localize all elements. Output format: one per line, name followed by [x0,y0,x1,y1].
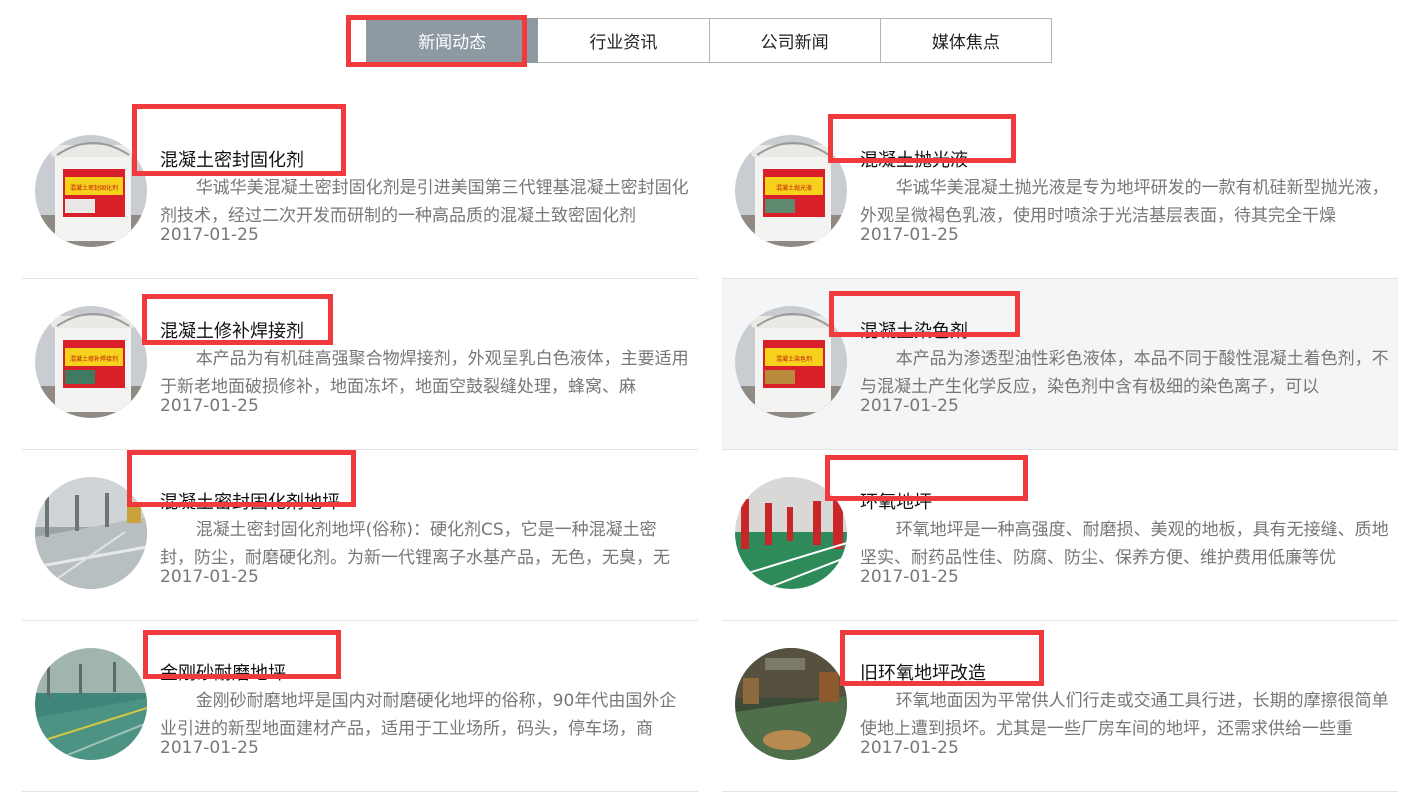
product-thumbnail[interactable]: 混凝土修补焊接剂 [35,306,147,418]
news-item[interactable]: 环氧地坪 环氧地坪是一种高强度、耐磨损、美观的地板，具有无接缝、质地坚实、耐药品… [722,450,1398,621]
article-date: 2017-01-25 [860,567,959,587]
article-title[interactable]: 金刚砂耐磨地坪 [160,659,286,685]
bucket-image: 混凝土密封固化剂 [35,135,147,247]
factory-floor-image [35,477,147,589]
article-date: 2017-01-25 [160,738,259,758]
article-date: 2017-01-25 [860,738,959,758]
news-item[interactable]: 混凝土修补焊接剂 混凝土修补焊接剂 本产品为有机硅高强聚合物焊接剂，外观呈乳白色… [22,279,698,450]
article-summary: 金刚砂耐磨地坪是国内对耐磨硬化地坪的俗称，90年代由国外企业引进的新型地面建材产… [160,691,677,739]
tab-industry-info[interactable]: 行业资讯 [538,18,710,63]
floor-thumbnail[interactable] [35,648,147,760]
article-title[interactable]: 混凝土染色剂 [860,317,968,343]
article-summary: 华诚华美混凝土密封固化剂是引进美国第三代锂基混凝土密封固化剂技术，经过二次开发而… [160,178,689,226]
article-date: 2017-01-25 [860,396,959,416]
bucket-image: 混凝土修补焊接剂 [35,306,147,418]
floor-thumbnail[interactable] [735,648,847,760]
old-epoxy-floor-image [735,648,847,760]
bucket-label-text: 混凝土密封固化剂 [70,184,118,192]
article-summary: 环氧地面因为平常供人们行走或交通工具行进，长期的摩擦很简单使地上遭到损坏。尤其是… [860,691,1389,739]
article-date: 2017-01-25 [160,225,259,245]
tab-company-news[interactable]: 公司新闻 [709,18,881,63]
article-title[interactable]: 混凝土密封固化剂地坪 [160,488,340,514]
epoxy-floor-image [735,477,847,589]
floor-thumbnail[interactable] [735,477,847,589]
bucket-label-text: 混凝土修补焊接剂 [70,355,118,363]
bucket-image: 混凝土抛光液 [735,135,847,247]
article-date: 2017-01-25 [860,225,959,245]
floor-thumbnail[interactable] [35,477,147,589]
article-title[interactable]: 混凝土抛光液 [860,146,968,172]
article-title[interactable]: 混凝土密封固化剂 [160,146,304,172]
tab-media-focus[interactable]: 媒体焦点 [880,18,1052,63]
bucket-image: 混凝土染色剂 [735,306,847,418]
article-summary: 本产品为渗透型油性彩色液体，本品不同于酸性混凝土着色剂，不与混凝土产生化学反应，… [860,349,1389,397]
product-thumbnail[interactable]: 混凝土抛光液 [735,135,847,247]
product-thumbnail[interactable]: 混凝土密封固化剂 [35,135,147,247]
article-title[interactable]: 混凝土修补焊接剂 [160,317,304,343]
bucket-label-text: 混凝土抛光液 [776,184,812,192]
news-tabs: 新闻动态 行业资讯 公司新闻 媒体焦点 [366,18,1052,63]
emery-floor-image [35,648,147,760]
news-item[interactable]: 旧环氧地坪改造 环氧地面因为平常供人们行走或交通工具行进，长期的摩擦很简单使地上… [722,621,1398,792]
article-date: 2017-01-25 [160,396,259,416]
article-summary: 华诚华美混凝土抛光液是专为地坪研发的一款有机硅新型抛光液，外观呈微褐色乳液，使用… [860,178,1389,226]
article-title[interactable]: 环氧地坪 [860,488,932,514]
news-item[interactable]: 混凝土密封固化剂地坪 混凝土密封固化剂地坪(俗称)：硬化剂CS，它是一种混凝土密… [22,450,698,621]
article-summary: 混凝土密封固化剂地坪(俗称)：硬化剂CS，它是一种混凝土密封，防尘，耐磨硬化剂。… [160,520,670,568]
article-summary: 本产品为有机硅高强聚合物焊接剂，外观呈乳白色液体，主要适用于新老地面破损修补，地… [160,349,689,397]
news-item[interactable]: 金刚砂耐磨地坪 金刚砂耐磨地坪是国内对耐磨硬化地坪的俗称，90年代由国外企业引进… [22,621,698,792]
article-title[interactable]: 旧环氧地坪改造 [860,659,986,685]
tab-news-dynamics[interactable]: 新闻动态 [366,18,539,63]
article-summary: 环氧地坪是一种高强度、耐磨损、美观的地板，具有无接缝、质地坚实、耐药品性佳、防腐… [860,520,1389,568]
product-thumbnail[interactable]: 混凝土染色剂 [735,306,847,418]
news-item[interactable]: 混凝土染色剂 混凝土染色剂 本产品为渗透型油性彩色液体，本品不同于酸性混凝土着色… [722,279,1398,450]
article-date: 2017-01-25 [160,567,259,587]
news-item[interactable]: 混凝土密封固化剂 混凝土密封固化剂 华诚华美混凝土密封固化剂是引进美国第三代锂基… [22,108,698,279]
news-item[interactable]: 混凝土抛光液 混凝土抛光液 华诚华美混凝土抛光液是专为地坪研发的一款有机硅新型抛… [722,108,1398,279]
bucket-label-text: 混凝土染色剂 [776,355,812,363]
